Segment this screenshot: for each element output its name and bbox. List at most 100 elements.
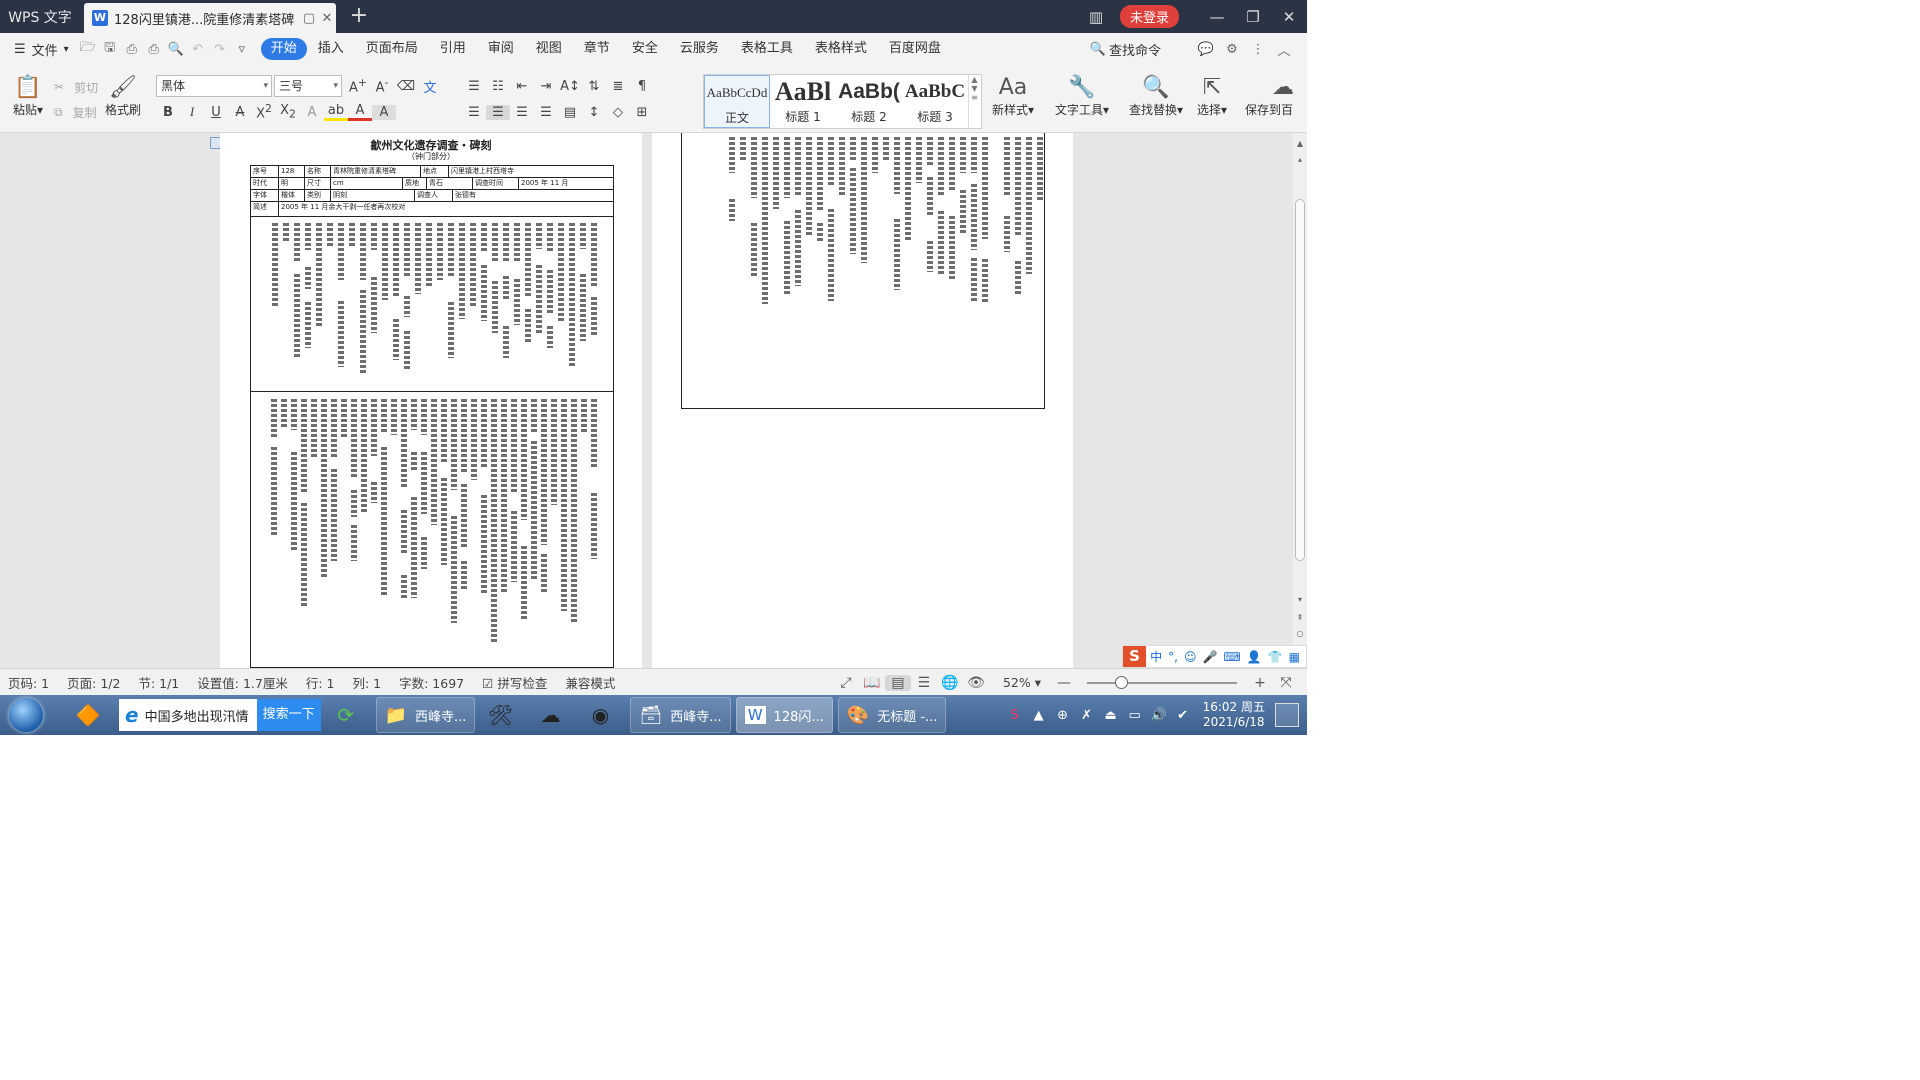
menu-tab-security[interactable]: 安全 [621,38,669,60]
numbered-list-icon[interactable]: ☷ [486,79,510,94]
status-setting[interactable]: 设置值: 1.7厘米 [197,673,288,692]
bold-icon[interactable]: B [156,105,180,120]
distribute-icon[interactable]: ▤ [558,105,582,120]
emoji-icon[interactable]: ☺ [1184,650,1197,664]
outline-view-icon[interactable]: ☰ [911,675,937,691]
style-normal[interactable]: AaBbCcDd 正文 [704,75,770,128]
wps-home-tab[interactable]: WPS 文字 [0,0,80,33]
spell-check-toggle[interactable]: ☑ 拼写检查 [482,673,547,692]
sogou-logo-icon[interactable]: S [1123,646,1147,667]
security-tray-icon[interactable]: ⊕ [1051,708,1075,723]
open-folder-icon[interactable]: 🗁 [77,38,99,60]
select-browse-icon[interactable]: ○ [1293,629,1307,638]
show-hidden-icons[interactable]: ▲ [1027,708,1051,723]
app-launcher-icon[interactable]: 🔶 [70,698,106,732]
file-menu[interactable]: ☰ 文件 ▾ [0,40,77,59]
paragraph-spacing-icon[interactable]: ≣ [606,79,630,94]
feedback-icon[interactable]: 💬 [1193,42,1219,57]
style-heading-3[interactable]: AaBbC 标题 3 [902,75,968,128]
taskbar-item-paint[interactable]: 🎨 无标题 -... [837,697,947,733]
scroll-thumb[interactable] [1295,199,1305,561]
document-page-2[interactable] [652,133,1073,668]
menu-tab-baidu-disk[interactable]: 百度网盘 [878,38,952,60]
status-word-count[interactable]: 字数: 1697 [399,673,464,692]
ie-news-widget[interactable]: e 中国多地出现汛情 搜索一下 [119,699,321,731]
read-mode-icon[interactable]: 📖 [859,675,885,691]
baidu-disk-icon[interactable]: ☁ [532,698,568,732]
taskbar-clock[interactable]: 16:02 周五 2021/6/18 [1203,700,1265,730]
menu-tab-page-layout[interactable]: 页面布局 [355,38,429,60]
grow-font-icon[interactable]: A+ [346,76,370,95]
login-button[interactable]: 未登录 [1119,5,1179,28]
document-page-1[interactable]: 歙州文化遗存调查・碑刻 （钟门部分） 序号 128 名称 青林院重修清素塔碑 地… [220,133,642,668]
close-icon[interactable]: ✕ [1271,8,1307,26]
menu-tab-review[interactable]: 审阅 [477,38,525,60]
menu-tab-references[interactable]: 引用 [429,38,477,60]
menu-tab-cloud[interactable]: 云服务 [669,38,730,60]
start-button[interactable] [9,698,43,732]
style-heading-1[interactable]: AaBl 标题 1 [770,75,836,128]
highlight-icon[interactable]: ab [324,103,348,121]
fit-page-icon[interactable]: ⤧ [1273,675,1299,691]
strikethrough-icon[interactable]: A [228,105,252,120]
menu-tab-insert[interactable]: 插入 [307,38,355,60]
italic-icon[interactable]: I [180,104,204,120]
text-tools-button[interactable]: 🔧 文字工具▾ [1050,75,1114,118]
taskbar-item-archive[interactable]: 🗃 西峰寺... [630,697,731,733]
font-name-select[interactable]: 黑体 [156,75,272,97]
scroll-top-icon[interactable]: ▲ [1293,139,1307,148]
menu-tab-view[interactable]: 视图 [525,38,573,60]
character-shading-icon[interactable]: A [372,104,396,120]
subscript-icon[interactable]: X2 [276,103,300,121]
clear-format-icon[interactable]: ⌫ [394,79,418,94]
action-center-icon[interactable] [1275,703,1299,727]
scroll-down-icon[interactable]: ▾ [1293,595,1307,604]
font-size-select[interactable]: 三号 [274,75,342,97]
new-style-button[interactable]: Aa 新样式▾ [986,75,1040,118]
taskbar-item-explorer[interactable]: 📁 西峰寺... [375,697,476,733]
print-icon[interactable]: ⎙ [143,42,165,57]
window-layout-icon[interactable]: ▥ [1078,8,1114,26]
shrink-font-icon[interactable]: A- [370,76,394,95]
status-pages[interactable]: 页面: 1/2 [67,673,120,692]
usb-icon[interactable]: ⏏ [1099,708,1123,723]
network-off-icon[interactable]: ✗ [1075,708,1099,723]
microphone-icon[interactable]: 🎤 [1202,650,1217,664]
grid-menu-icon[interactable]: ▦ [1289,650,1300,664]
plus-icon[interactable]: + [346,3,372,29]
justify-icon[interactable]: ☰ [534,105,558,120]
ie-search-button[interactable]: 搜索一下 [256,699,321,731]
zoom-slider[interactable] [1087,675,1237,689]
save-to-cloud-button[interactable]: ☁ 保存到百 [1244,75,1294,118]
menu-tab-chapter[interactable]: 章节 [573,38,621,60]
scroll-up-icon[interactable]: ▴ [1293,155,1307,164]
style-gallery-scroll[interactable]: ▲ ▼ ≡ [968,75,980,128]
volume-icon[interactable]: 🔊 [1147,708,1171,723]
find-replace-button[interactable]: 🔍 查找替换▾ [1124,75,1188,118]
compat-mode-label[interactable]: 兼容模式 [565,673,615,692]
phonetic-guide-icon[interactable]: 文 [418,77,442,96]
monitor-icon[interactable]: ▭ [1123,708,1147,723]
punctuation-icon[interactable]: °, [1168,650,1178,664]
ime-language-indicator[interactable]: 中 [1150,648,1162,665]
show-marks-icon[interactable]: ¶ [630,79,654,94]
document-workspace[interactable]: 歙州文化遗存调查・碑刻 （钟门部分） 序号 128 名称 青林院重修清素塔碑 地… [0,133,1307,668]
update-icon[interactable]: ✔ [1171,708,1195,723]
format-painter-button[interactable]: 🖌 格式刷 [102,75,144,118]
more-icon[interactable]: ⋮ [1245,42,1271,57]
status-page-number[interactable]: 页码: 1 [8,673,49,692]
paste-button[interactable]: 📋 粘贴▾ [8,75,48,118]
superscript-icon[interactable]: X2 [252,102,276,121]
taskbar-item-wps[interactable]: W 128闪... [735,697,833,733]
tab-close-icon[interactable]: ✕ [318,11,336,26]
export-pdf-icon[interactable]: ⎙ [121,42,143,57]
browser-360-icon[interactable]: ⟳ [328,698,364,732]
status-column[interactable]: 列: 1 [352,673,381,692]
collapse-ribbon-icon[interactable]: ︿ [1271,40,1297,59]
vertical-scrollbar[interactable]: ▲ ▴ ▾ ⇞ ○ [1293,133,1307,668]
align-left-icon[interactable]: ☰ [462,105,486,120]
chrome-icon[interactable]: ◉ [582,698,618,732]
tab-detach-icon[interactable]: ▢ [300,11,318,26]
prev-page-icon[interactable]: ⇞ [1293,613,1307,622]
sogou-tray-icon[interactable]: S [1003,708,1027,723]
